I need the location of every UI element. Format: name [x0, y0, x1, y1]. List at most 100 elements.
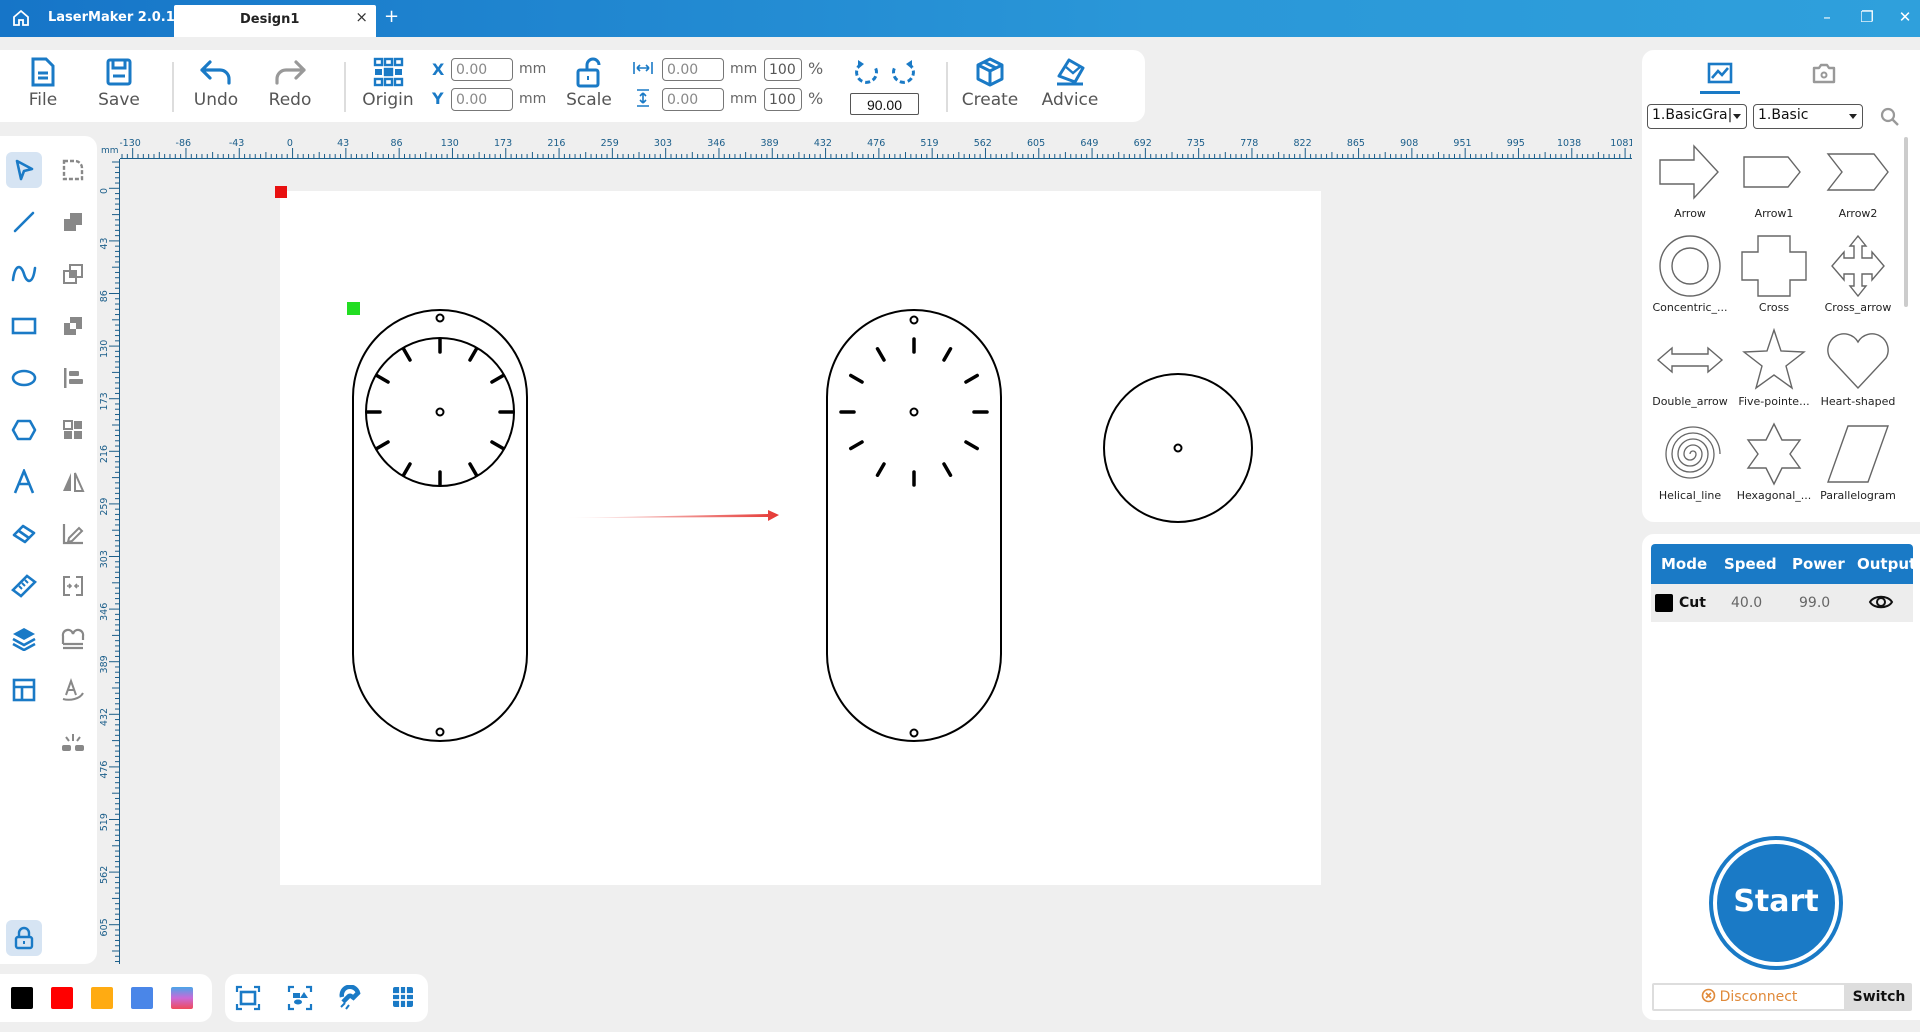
snap-magnet-button[interactable] — [337, 984, 363, 1011]
header-speed: Speed — [1724, 555, 1777, 573]
redo-button[interactable]: Redo — [255, 56, 325, 110]
text-on-path-tool[interactable] — [55, 672, 91, 708]
minimize-button[interactable]: – — [1815, 8, 1839, 26]
edit-node-tool[interactable] — [55, 516, 91, 552]
canvas-sheet[interactable] — [280, 191, 1321, 885]
lock-tool[interactable] — [6, 920, 42, 956]
color-swatch-black[interactable] — [11, 987, 33, 1009]
y-label: Y — [432, 89, 444, 108]
shape-item-star5[interactable]: Five-pointe... — [1732, 324, 1816, 418]
mirror-tool[interactable] — [55, 464, 91, 500]
fit-canvas-button[interactable] — [235, 985, 261, 1011]
shape-item-cross-arrow[interactable]: Cross_arrow — [1816, 230, 1900, 324]
layer-speed[interactable]: 40.0 — [1731, 595, 1762, 611]
color-swatch-gradient[interactable] — [171, 987, 193, 1009]
light-tool[interactable] — [55, 724, 91, 760]
color-swatch-orange[interactable] — [91, 987, 113, 1009]
union-tool[interactable] — [55, 204, 91, 240]
shape-label: Helical_line — [1658, 489, 1722, 502]
ruler-tick-label: 995 — [1507, 138, 1525, 149]
measure-tool[interactable] — [6, 568, 42, 604]
line-tool[interactable] — [6, 204, 42, 240]
tab-graphics-library[interactable] — [1690, 54, 1750, 94]
close-window-button[interactable]: ✕ — [1893, 8, 1917, 26]
shape-scrollbar[interactable] — [1904, 137, 1908, 307]
round-corner-tool[interactable] — [55, 152, 91, 188]
shape-item-star6[interactable]: Hexagonal_... — [1732, 418, 1816, 512]
switch-button[interactable]: Switch — [1848, 985, 1910, 1009]
undo-button[interactable]: Undo — [181, 56, 251, 110]
shape-item-arrow1[interactable]: Arrow1 — [1732, 136, 1816, 230]
save-button[interactable]: Save — [84, 56, 154, 110]
height-percent-input[interactable] — [764, 88, 802, 111]
rotation-angle-input[interactable] — [850, 93, 919, 115]
restore-button[interactable]: ❐ — [1855, 8, 1879, 26]
ruler-tick-label: 735 — [1187, 138, 1205, 149]
intersect-tool[interactable] — [55, 256, 91, 292]
category-select[interactable]: 1.BasicGra| — [1647, 104, 1747, 129]
feedback-envelope-icon — [1057, 58, 1085, 86]
width-percent-input[interactable] — [764, 58, 802, 81]
rectangle-tool[interactable] — [6, 308, 42, 344]
ellipse-tool[interactable] — [6, 360, 42, 396]
layers-tool[interactable] — [6, 620, 42, 656]
file-button[interactable]: File — [8, 56, 78, 110]
select-tool[interactable] — [6, 152, 42, 188]
ruler-tick-label: 476 — [867, 138, 885, 149]
left-toolbar — [0, 136, 97, 964]
close-tab-icon[interactable]: × — [355, 8, 368, 26]
shape-item-spiral[interactable]: Helical_line — [1648, 418, 1732, 512]
start-button[interactable]: Start — [1713, 840, 1839, 966]
shape-item-concentric[interactable]: Concentric_... — [1648, 230, 1732, 324]
array-tool[interactable] — [55, 412, 91, 448]
fit-selection-button[interactable] — [287, 985, 313, 1011]
width-input[interactable] — [662, 58, 724, 81]
origin-grid-icon — [373, 57, 404, 87]
layer-mode[interactable]: Cut — [1679, 595, 1706, 611]
shape-item-parallelogram[interactable]: Parallelogram — [1816, 418, 1900, 512]
text-tool[interactable] — [6, 464, 42, 500]
tab-design1[interactable]: Design1 × — [174, 5, 376, 37]
scale-lock-button[interactable]: Scale — [554, 56, 624, 110]
rotate-ccw-button[interactable] — [851, 58, 881, 92]
eye-icon[interactable] — [1868, 592, 1894, 616]
curve-tool[interactable] — [6, 256, 42, 292]
create-button[interactable]: Create — [956, 56, 1024, 110]
layer-color-swatch[interactable] — [1655, 594, 1673, 612]
polygon-tool[interactable] — [6, 412, 42, 448]
layer-power[interactable]: 99.0 — [1799, 595, 1830, 611]
shape-item-arrow[interactable]: Arrow — [1648, 136, 1732, 230]
subtract-tool[interactable] — [55, 308, 91, 344]
layout-icon — [12, 678, 36, 702]
unlock-icon — [576, 57, 601, 88]
x-position-input[interactable] — [451, 58, 513, 81]
outline-tool[interactable] — [55, 620, 91, 656]
ruler-tick-label: 519 — [920, 138, 938, 149]
parallelogram-icon — [1827, 425, 1889, 483]
grid-button[interactable] — [391, 985, 417, 1011]
origin-button[interactable]: Origin — [353, 56, 423, 110]
fit-tool[interactable] — [55, 568, 91, 604]
eraser-tool[interactable] — [6, 516, 42, 552]
ruler-tick-label: 130 — [99, 340, 110, 358]
y-position-input[interactable] — [451, 88, 513, 111]
table-tool[interactable] — [6, 672, 42, 708]
rotate-cw-button[interactable] — [889, 58, 919, 92]
shape-item-arrow2[interactable]: Arrow2 — [1816, 136, 1900, 230]
disconnect-button[interactable]: Disconnect — [1654, 985, 1844, 1009]
search-icon[interactable] — [1880, 107, 1900, 131]
height-input[interactable] — [662, 88, 724, 111]
align-tool[interactable] — [55, 360, 91, 396]
ruler-tick-label: 649 — [1080, 138, 1098, 149]
shape-item-heart[interactable]: Heart-shaped — [1816, 324, 1900, 418]
new-tab-button[interactable]: + — [384, 6, 399, 27]
shape-item-cross[interactable]: Cross — [1732, 230, 1816, 324]
subcategory-select[interactable]: 1.Basic — [1753, 104, 1863, 129]
color-swatch-red[interactable] — [51, 987, 73, 1009]
layer-row[interactable]: Cut 40.0 99.0 — [1651, 584, 1913, 622]
tab-camera[interactable] — [1794, 54, 1854, 94]
home-icon[interactable] — [12, 9, 32, 29]
shape-item-double-arrow[interactable]: Double_arrow — [1648, 324, 1732, 418]
color-swatch-blue[interactable] — [131, 987, 153, 1009]
advice-button[interactable]: Advice — [1034, 56, 1106, 110]
